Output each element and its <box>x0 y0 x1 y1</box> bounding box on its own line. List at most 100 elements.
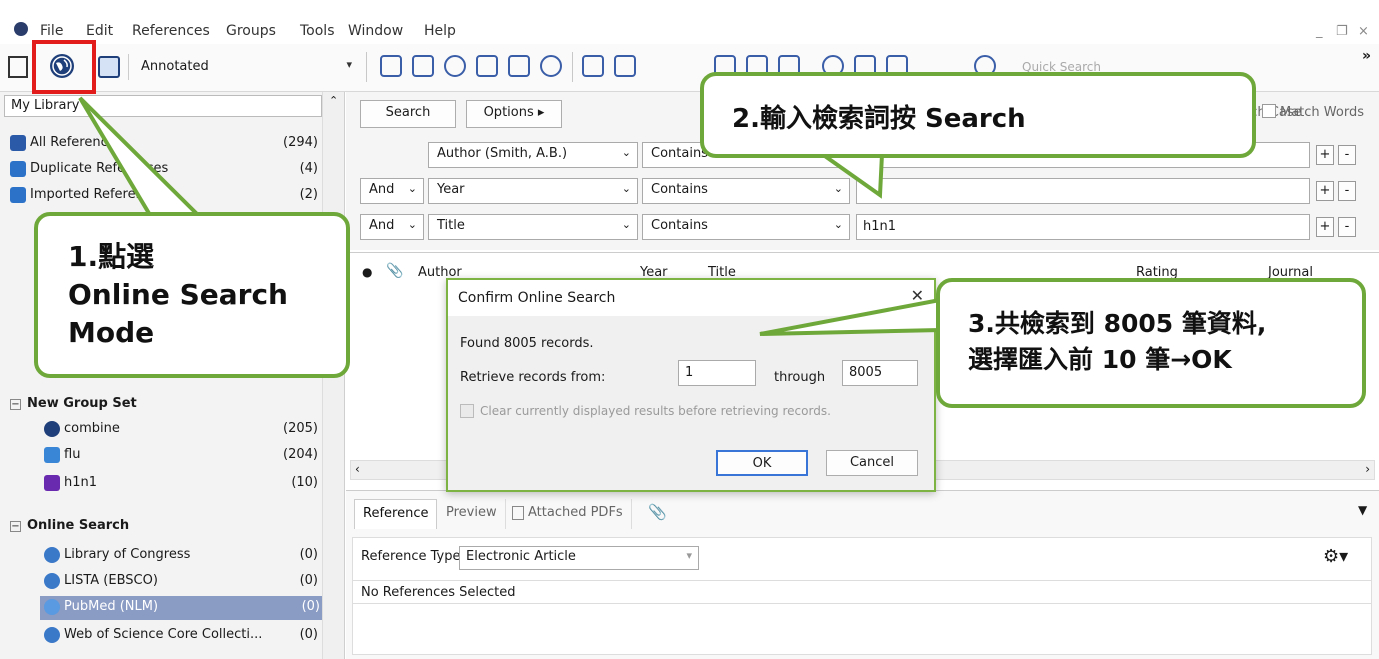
read-status-icon[interactable]: ● <box>362 265 372 279</box>
field-dropdown-value: Author (Smith, A.B.) <box>437 146 568 161</box>
toolbar-overflow-icon[interactable]: » <box>1362 48 1371 64</box>
cancel-button[interactable]: Cancel <box>826 450 918 476</box>
export-icon[interactable] <box>508 55 530 77</box>
match-words-checkbox[interactable] <box>1262 104 1276 118</box>
callout-1-line-3: Mode <box>68 316 155 349</box>
tab-reference[interactable]: Reference <box>354 499 438 529</box>
online-mode-highlight <box>32 40 96 94</box>
open-file-icon[interactable] <box>614 55 636 77</box>
import-icon[interactable] <box>476 55 498 77</box>
menu-help[interactable]: Help <box>424 23 456 39</box>
close-icon[interactable]: ✕ <box>911 286 924 305</box>
field-dropdown-title[interactable]: Title ⌄ <box>428 214 638 240</box>
group-combine[interactable]: combine (205) <box>44 418 320 442</box>
online-search-icon <box>44 599 60 615</box>
add-row-button[interactable]: + <box>1316 181 1334 201</box>
clear-results-label: Clear currently displayed results before… <box>480 404 831 418</box>
online-search-icon <box>44 627 60 643</box>
chevron-down-icon: ⌄ <box>407 182 417 195</box>
chevron-down-icon: ⌄ <box>407 218 417 231</box>
reference-type-dropdown[interactable]: Electronic Article ▾ <box>459 546 699 570</box>
local-library-mode-icon[interactable] <box>8 56 28 78</box>
bool-dropdown-2[interactable]: And ⌄ <box>360 178 424 204</box>
online-search-title: Online Search <box>27 518 130 533</box>
online-search-header[interactable]: − Online Search <box>10 518 129 533</box>
operator-dropdown-3[interactable]: Contains ⌄ <box>642 214 850 240</box>
retrieve-to-input[interactable]: 8005 <box>842 360 918 386</box>
match-words-label: Match Words <box>1280 105 1364 120</box>
menu-window[interactable]: Window <box>348 23 403 39</box>
mode-dropdown[interactable]: Annotated ▾ <box>128 54 358 80</box>
menu-groups[interactable]: Groups <box>226 23 276 39</box>
attachment-icon[interactable]: 📎 <box>648 503 667 521</box>
attachment-icon[interactable]: 📎 <box>386 263 403 279</box>
online-item-count: (0) <box>299 573 318 588</box>
group-flu[interactable]: flu (204) <box>44 444 320 468</box>
chevron-down-icon: ⌄ <box>621 218 631 231</box>
sidebar-item-duplicates[interactable]: Duplicate References (4) <box>10 158 320 182</box>
clear-results-checkbox[interactable] <box>460 404 474 418</box>
callout-3-line-1: 3.共檢索到 8005 筆資料, <box>968 309 1267 338</box>
remove-row-button[interactable]: - <box>1338 181 1356 201</box>
online-library-of-congress[interactable]: Library of Congress (0) <box>44 544 320 568</box>
callout-step-1: 1.點選 Online Search Mode <box>34 212 350 378</box>
operator-dropdown-2[interactable]: Contains ⌄ <box>642 178 850 204</box>
search-term-field-3[interactable]: h1n1 <box>856 214 1310 240</box>
online-search-icon[interactable] <box>444 55 466 77</box>
new-reference-icon[interactable] <box>412 55 434 77</box>
field-dropdown-author[interactable]: Author (Smith, A.B.) ⌄ <box>428 142 638 168</box>
minimize-button[interactable]: _ <box>1316 24 1323 39</box>
copy-formatted-icon[interactable] <box>380 55 402 77</box>
add-row-button[interactable]: + <box>1316 145 1334 165</box>
open-link-icon[interactable] <box>582 55 604 77</box>
online-item-count: (0) <box>299 627 318 642</box>
online-item-label: Library of Congress <box>64 547 191 562</box>
collapse-icon[interactable]: − <box>10 521 21 532</box>
remove-row-button[interactable]: - <box>1338 145 1356 165</box>
group-set-header[interactable]: − New Group Set <box>10 396 137 411</box>
group-count: (205) <box>283 421 318 436</box>
online-web-of-science[interactable]: Web of Science Core Collecti... (0) <box>44 624 320 648</box>
restore-button[interactable]: ❐ <box>1336 24 1348 39</box>
callout-1-line-1: 1.點選 <box>68 240 155 273</box>
library-header[interactable]: My Library <box>4 95 322 117</box>
menu-edit[interactable]: Edit <box>86 23 113 39</box>
scroll-right-icon[interactable]: › <box>1365 462 1370 476</box>
tab-preview[interactable]: Preview <box>438 499 506 529</box>
remove-row-button[interactable]: - <box>1338 217 1356 237</box>
chevron-down-icon: ⌄ <box>833 182 843 195</box>
field-dropdown-year[interactable]: Year ⌄ <box>428 178 638 204</box>
bool-dropdown-3[interactable]: And ⌄ <box>360 214 424 240</box>
ok-button[interactable]: OK <box>716 450 808 476</box>
menu-file[interactable]: File <box>40 23 63 39</box>
dialog-title: Confirm Online Search <box>448 280 934 316</box>
group-h1n1[interactable]: h1n1 (10) <box>44 472 320 496</box>
retrieve-from-input[interactable]: 1 <box>678 360 756 386</box>
find-full-text-icon[interactable] <box>540 55 562 77</box>
tab-attached-pdfs[interactable]: Attached PDFs <box>504 499 632 529</box>
settings-gear-icon[interactable]: ⚙▾ <box>1323 546 1348 567</box>
menu-references[interactable]: References <box>132 23 210 39</box>
search-button[interactable]: Search <box>360 100 456 128</box>
close-button[interactable]: × <box>1358 24 1369 39</box>
group-count: (10) <box>291 475 318 490</box>
online-item-label: LISTA (EBSCO) <box>64 573 158 588</box>
add-row-button[interactable]: + <box>1316 217 1334 237</box>
sidebar-item-all-references[interactable]: All References (294) <box>10 132 320 156</box>
reference-type-value: Electronic Article <box>466 549 576 564</box>
options-button[interactable]: Options ▸ <box>466 100 562 128</box>
menu-tools[interactable]: Tools <box>300 23 335 39</box>
scroll-left-icon[interactable]: ‹ <box>355 462 360 476</box>
integrated-mode-icon[interactable] <box>98 56 120 78</box>
tab-attached-pdfs-label: Attached PDFs <box>528 505 623 520</box>
online-item-label: PubMed (NLM) <box>64 599 159 614</box>
search-term-field-2[interactable] <box>856 178 1310 204</box>
online-pubmed[interactable]: PubMed (NLM) (0) <box>40 596 322 620</box>
online-lista[interactable]: LISTA (EBSCO) (0) <box>44 570 320 594</box>
sidebar-item-imported[interactable]: Imported References (2) <box>10 184 320 208</box>
duplicates-icon <box>10 161 26 177</box>
panel-menu-icon[interactable]: ▼ <box>1358 503 1367 517</box>
online-search-icon <box>44 547 60 563</box>
collapse-icon[interactable]: − <box>10 399 21 410</box>
smart-group-gear-icon <box>44 447 60 463</box>
